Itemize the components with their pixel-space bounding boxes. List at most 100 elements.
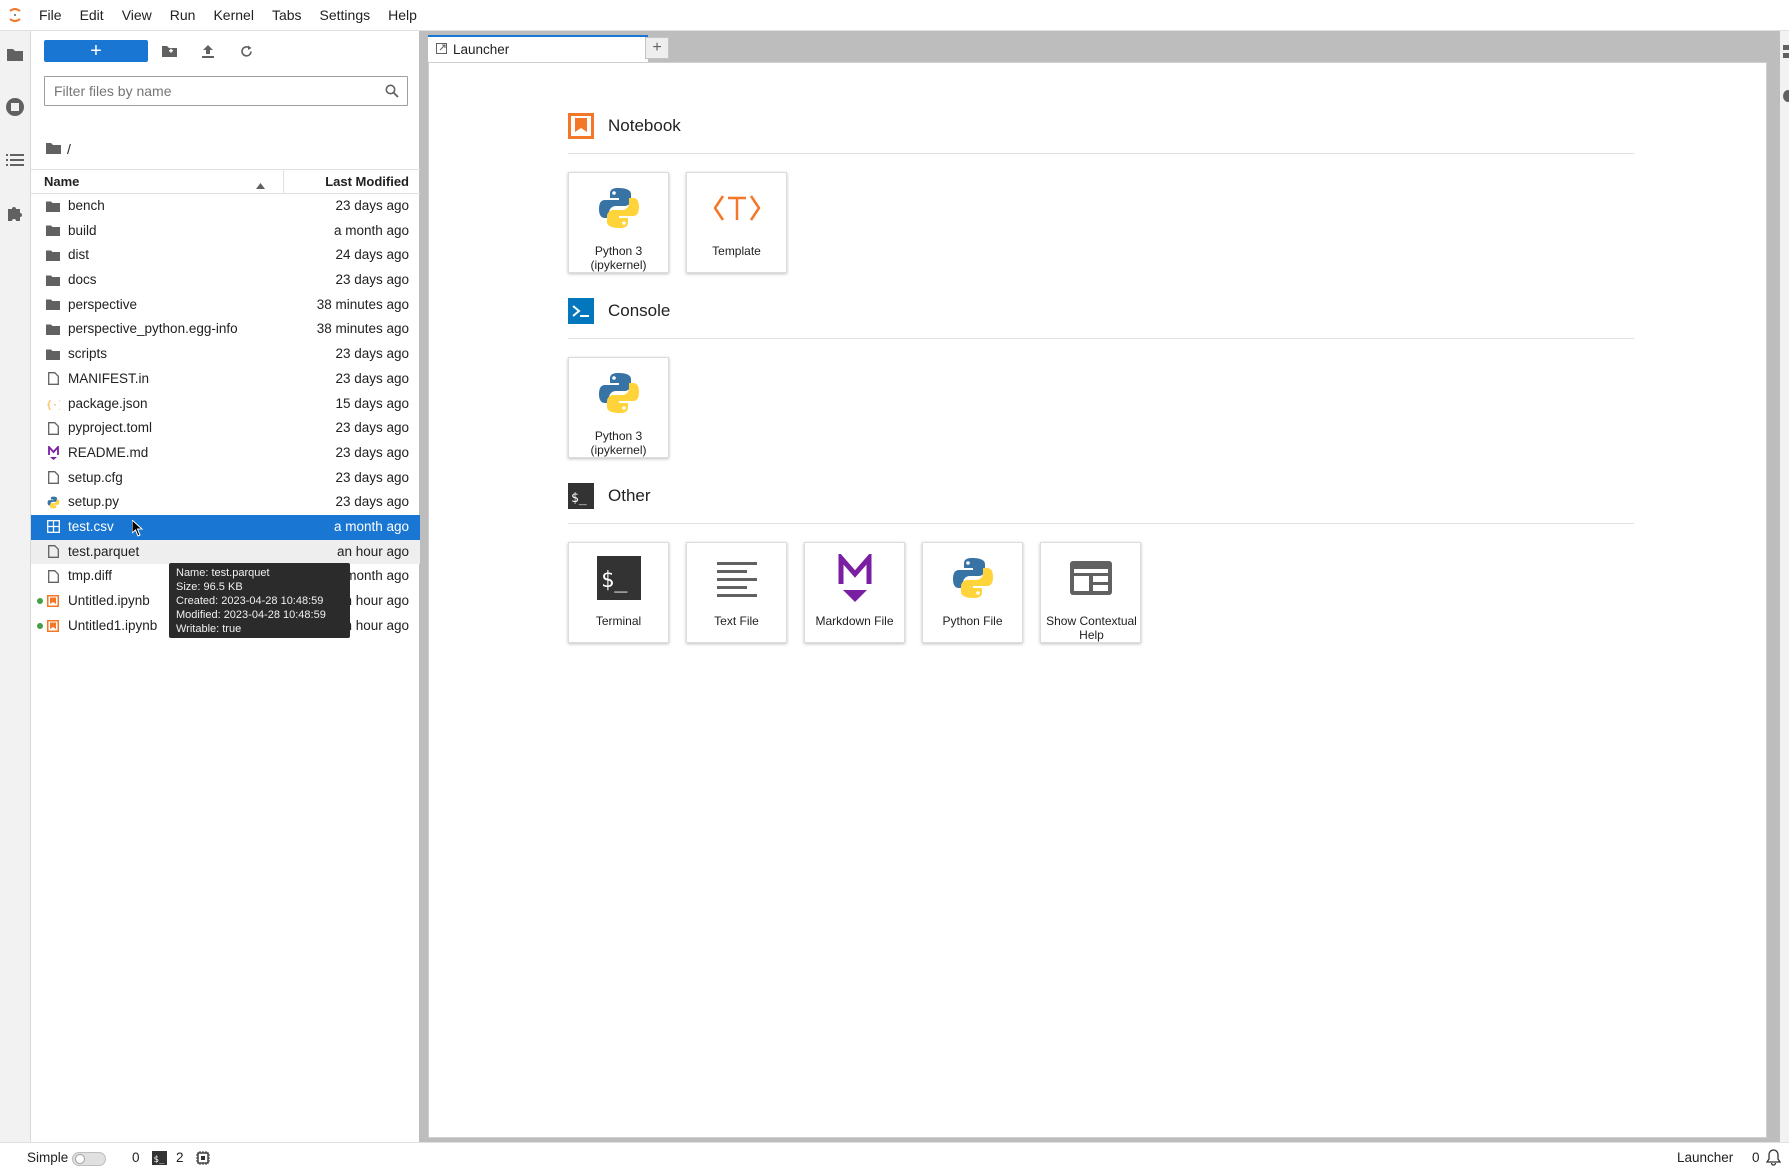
launcher-section-notebook: Notebook Python 3 (ipykernel) Template xyxy=(568,111,1634,273)
file-list-row[interactable]: build a month ago xyxy=(31,219,420,244)
tab-label: Launcher xyxy=(453,42,510,57)
refresh-icon[interactable] xyxy=(234,40,258,62)
kernel-status-cpu-icon[interactable] xyxy=(196,1151,210,1168)
simple-mode-label: Simple xyxy=(27,1150,69,1165)
file-browser-panel: + / Name Last Modified bench23 days agob… xyxy=(31,31,420,1142)
file-browser-folder-icon[interactable] xyxy=(4,43,26,65)
file-list-row[interactable]: dist 24 days ago xyxy=(31,243,420,268)
status-bar: Simple 0 $_ 2 Launcher 0 xyxy=(0,1142,1789,1172)
file-browser-toolbar: + xyxy=(31,31,420,71)
folder-icon xyxy=(46,347,60,361)
menu-edit[interactable]: Edit xyxy=(71,0,113,31)
file-list-row[interactable]: README.md 23 days ago xyxy=(31,441,420,466)
debugger-icon[interactable] xyxy=(1780,89,1789,108)
card-label: Terminal xyxy=(595,614,642,628)
file-name: perspective_python.egg-info xyxy=(68,321,238,337)
launcher-card-template[interactable]: Template xyxy=(686,172,787,273)
file-list-row[interactable]: pyproject.toml 23 days ago xyxy=(31,416,420,441)
section-divider xyxy=(568,523,1634,524)
menu-tabs[interactable]: Tabs xyxy=(263,0,311,31)
column-header-name[interactable]: Name xyxy=(44,174,79,189)
home-folder-icon[interactable] xyxy=(46,141,61,157)
text-file-icon xyxy=(687,550,786,605)
file-list-header: Name Last Modified xyxy=(31,169,420,194)
file-list-row[interactable]: setup.py 23 days ago xyxy=(31,490,420,515)
menu-help[interactable]: Help xyxy=(379,0,426,31)
menu-bar: File Edit View Run Kernel Tabs Settings … xyxy=(0,0,1789,31)
menu-file[interactable]: File xyxy=(30,0,71,31)
filter-files-input[interactable] xyxy=(54,83,374,99)
file-name: README.md xyxy=(68,444,149,460)
folder-icon xyxy=(46,298,60,312)
file-last-modified: 38 minutes ago xyxy=(316,296,409,312)
launcher-card-terminal[interactable]: $_ Terminal xyxy=(568,542,669,643)
svg-text:$_: $_ xyxy=(154,1155,165,1165)
file-icon xyxy=(46,372,60,386)
file-list-row[interactable]: perspective_python.egg-info 38 minutes ag… xyxy=(31,317,420,342)
launcher-card-markdown-file[interactable]: Markdown File xyxy=(804,542,905,643)
launcher-tab-icon xyxy=(436,42,447,57)
file-list-row[interactable]: bench 23 days ago xyxy=(31,194,420,219)
launcher-card-python3-notebook[interactable]: Python 3 (ipykernel) xyxy=(568,172,669,273)
upload-icon[interactable] xyxy=(196,40,220,62)
simple-mode-toggle[interactable] xyxy=(72,1152,106,1166)
file-name: build xyxy=(68,222,97,238)
launcher-card-contextual-help[interactable]: Show Contextual Help xyxy=(1040,542,1141,643)
card-label: Markdown File xyxy=(815,614,894,628)
menu-view[interactable]: View xyxy=(113,0,161,31)
column-divider[interactable] xyxy=(283,170,284,194)
file-list-row[interactable]: test.parquet an hour ago xyxy=(31,539,420,565)
launcher-card-python-file[interactable]: Python File xyxy=(922,542,1023,643)
toggle-knob xyxy=(75,1154,85,1164)
tooltip-line: Name: test.parquet xyxy=(176,567,270,579)
file-last-modified: 23 days ago xyxy=(335,346,409,362)
file-list-row[interactable]: perspective 38 minutes ago xyxy=(31,293,420,318)
new-launcher-button[interactable]: + xyxy=(44,40,148,62)
terminals-count[interactable]: 2 xyxy=(176,1150,184,1165)
menu-run[interactable]: Run xyxy=(161,0,205,31)
file-list-row[interactable]: scripts 23 days ago xyxy=(31,342,420,367)
running-sessions-icon[interactable] xyxy=(4,96,26,118)
launcher-panel: Notebook Python 3 (ipykernel) Template C… xyxy=(428,62,1767,1138)
folder-icon xyxy=(46,199,60,213)
filter-files-field[interactable] xyxy=(44,76,408,106)
file-name: MANIFEST.in xyxy=(68,370,150,386)
python-logo-icon xyxy=(923,550,1022,605)
launcher-card-text-file[interactable]: Text File xyxy=(686,542,787,643)
jupyter-logo-icon xyxy=(0,0,30,31)
file-last-modified: 23 days ago xyxy=(335,494,409,510)
breadcrumb-root[interactable]: / xyxy=(67,141,71,157)
file-list-row[interactable]: docs 23 days ago xyxy=(31,268,420,293)
table-of-contents-icon[interactable] xyxy=(4,149,26,171)
menu-kernel[interactable]: Kernel xyxy=(204,0,262,31)
file-name: bench xyxy=(68,198,105,213)
tab-launcher[interactable]: Launcher xyxy=(428,35,648,62)
card-label: Python 3 (ipykernel) xyxy=(590,244,647,272)
running-indicator xyxy=(37,598,43,604)
file-list-row[interactable]: test.csv a month ago xyxy=(31,514,420,540)
template-icon xyxy=(687,180,786,235)
menu-settings[interactable]: Settings xyxy=(311,0,380,31)
file-list-row[interactable]: MANIFEST.in 23 days ago xyxy=(31,367,420,392)
new-tab-button[interactable]: + xyxy=(645,37,669,59)
file-info-tooltip: Name: test.parquet Size: 96.5 KB Created… xyxy=(169,563,350,638)
file-list-row[interactable]: {·} package.json 15 days ago xyxy=(31,392,420,417)
file-name: docs xyxy=(68,272,97,288)
tab-bar: Launcher + xyxy=(420,31,1780,62)
kernels-count[interactable]: 0 xyxy=(132,1150,140,1165)
extension-manager-icon[interactable] xyxy=(4,202,26,224)
launcher-card-python3-console[interactable]: Python 3 (ipykernel) xyxy=(568,357,669,458)
property-inspector-icon[interactable] xyxy=(1780,45,1789,64)
file-last-modified: 24 days ago xyxy=(335,247,409,263)
section-divider xyxy=(568,153,1634,154)
file-name: setup.cfg xyxy=(68,469,123,485)
notifications-count[interactable]: 0 xyxy=(1752,1150,1760,1165)
tooltip-line: Writable: true xyxy=(176,623,242,635)
new-folder-icon[interactable] xyxy=(157,40,181,62)
column-header-last-modified[interactable]: Last Modified xyxy=(325,174,409,189)
console-section-icon xyxy=(568,298,594,324)
file-name: setup.py xyxy=(68,494,120,510)
file-list-row[interactable]: setup.cfg 23 days ago xyxy=(31,466,420,491)
notification-bell-icon[interactable] xyxy=(1765,1149,1782,1169)
notebook-icon xyxy=(46,594,60,608)
